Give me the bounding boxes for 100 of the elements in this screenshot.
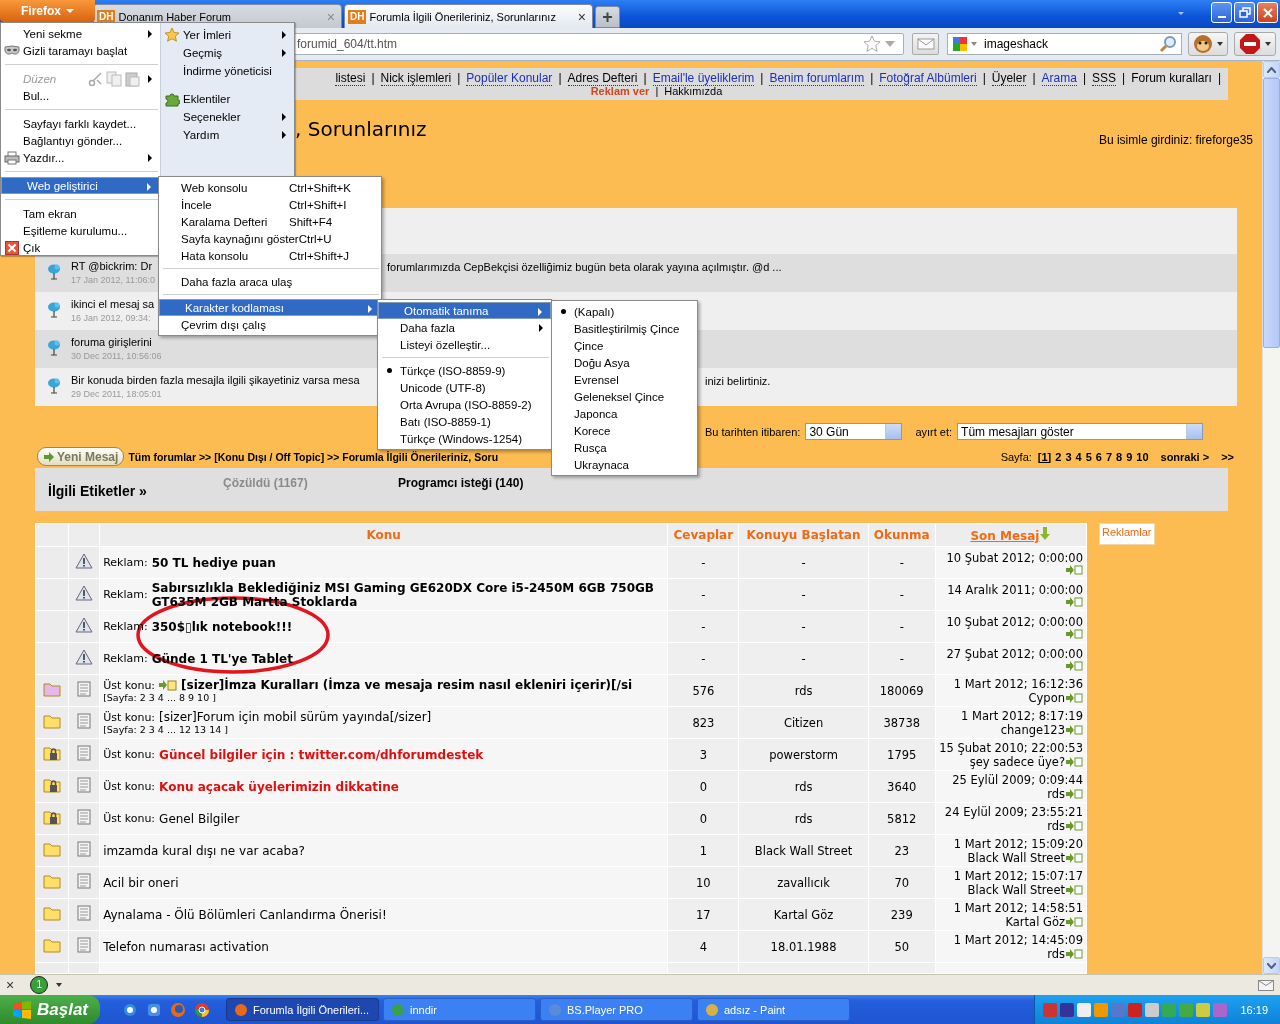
taskbar-button[interactable]: BS.Player PRO	[540, 998, 693, 1021]
menu-item[interactable]: Basitleştirilmiş Çince	[552, 320, 697, 337]
page-link[interactable]: 3	[1065, 450, 1072, 463]
search-field[interactable]: imageshack	[947, 33, 1182, 55]
menu-item[interactable]: Rusça	[552, 439, 697, 456]
menu-item[interactable]: Web geliştirici	[1, 177, 160, 194]
topic-link[interactable]: Telefon numarası activation	[103, 939, 269, 954]
topic-link[interactable]: Genel Bilgiler	[159, 811, 240, 826]
mail-icon[interactable]	[1258, 979, 1274, 991]
topic-link[interactable]: Güncel bilgiler için : twitter.com/dhforumdestek	[159, 747, 484, 762]
next-page-link[interactable]: sonraki >	[1160, 450, 1210, 463]
tray-icon[interactable]	[1196, 1002, 1211, 1017]
menu-item[interactable]: Seçenekler	[161, 108, 294, 126]
browser-icon[interactable]	[194, 1001, 210, 1018]
topic-link[interactable]: imzamda kural dışı ne var acaba?	[103, 843, 305, 858]
menu-item[interactable]: Listeyi özelleştir...	[378, 336, 551, 353]
menu-item[interactable]: Sayfayı farklı kaydet...	[1, 115, 160, 132]
nav-link[interactable]: Email'le üyeliklerim	[652, 71, 755, 86]
scroll-down-button[interactable]	[1263, 957, 1280, 974]
menu-item[interactable]: Eklentiler	[161, 90, 294, 108]
nav-link[interactable]: Popüler Konular	[466, 71, 553, 86]
menu-item[interactable]: Karalama Defteri Shift+F4	[159, 213, 381, 230]
last-poster-link[interactable]: Kartal Göz	[1005, 914, 1065, 929]
adblock-button[interactable]	[1234, 32, 1276, 56]
scroll-thumb[interactable]	[1263, 78, 1280, 348]
menu-item[interactable]: Batı (ISO-8859-1)	[378, 413, 551, 430]
nav-link[interactable]: SSS	[1092, 71, 1117, 86]
topic-link[interactable]: [sizer]İmza Kuralları (İmza ve mesaja resim nasıl ekleniri içerir)[/si	[181, 678, 633, 692]
go-to-post-icon[interactable]	[1066, 756, 1083, 767]
menu-item[interactable]: Orta Avrupa (ISO-8859-2)	[378, 396, 551, 413]
page-link[interactable]: 7	[1105, 450, 1113, 463]
taskbar-button[interactable]: Forumla İlgili Önerileri...	[226, 998, 379, 1021]
menu-item[interactable]: Türkçe (ISO-8859-9)	[378, 362, 551, 379]
go-to-post-icon[interactable]	[1066, 884, 1083, 895]
mail-button[interactable]	[912, 33, 939, 55]
go-to-post-icon[interactable]	[1066, 788, 1083, 799]
menu-item[interactable]: Çık	[1, 239, 160, 256]
go-to-post-icon[interactable]	[1066, 628, 1083, 639]
taskbar-button[interactable]: inndir	[383, 998, 536, 1021]
close-icon[interactable]: ×	[6, 977, 15, 993]
menu-item[interactable]: Çince	[552, 337, 697, 354]
menu-item[interactable]: Daha fazla araca ulaş	[159, 273, 381, 290]
menu-item[interactable]: Hata konsolu Ctrl+Shift+J	[159, 247, 381, 264]
go-to-post-icon[interactable]	[1066, 948, 1083, 959]
tray-icon[interactable]	[1145, 1002, 1160, 1017]
desktop-icon[interactable]	[146, 1001, 162, 1018]
nav-link[interactable]: Adres Defteri	[567, 71, 638, 86]
nav-link[interactable]: Benim forumlarım	[769, 71, 865, 86]
last-poster-link[interactable]: Black Wall Street	[967, 850, 1065, 865]
menu-item[interactable]: Eşitleme kurulumu...	[1, 222, 160, 239]
topic-pages[interactable]: [Sayfa: 2 3 4 ... 8 9 10 ]	[103, 692, 665, 703]
scrollbar[interactable]	[1262, 61, 1280, 974]
browser-icon[interactable]	[122, 1001, 138, 1018]
last-poster-link[interactable]: rds	[1047, 786, 1065, 801]
go-to-post-icon[interactable]	[1066, 724, 1083, 735]
menu-item[interactable]: Geleneksel Çince	[552, 388, 697, 405]
page-link[interactable]: 6	[1095, 450, 1102, 463]
menu-item[interactable]: Bul...	[1, 87, 160, 104]
nav-link[interactable]: listesi	[335, 71, 366, 86]
last-poster-link[interactable]: rds	[1047, 818, 1065, 833]
tray-icon[interactable]	[1043, 1002, 1058, 1017]
star-icon[interactable]	[863, 35, 881, 53]
new-post-icon[interactable]	[159, 679, 178, 691]
last-poster-link[interactable]: şey sadece üye?	[969, 754, 1065, 769]
menu-item[interactable]: Yazdır...	[1, 149, 160, 166]
last-poster-link[interactable]: Black Wall Street	[967, 882, 1065, 897]
menu-item[interactable]: Bağlantıyı gönder...	[1, 132, 160, 149]
menu-item[interactable]: Otomatik tanıma	[378, 302, 551, 319]
menu-item[interactable]: Ukraynaca	[552, 456, 697, 473]
menu-item[interactable]: Yardım	[161, 126, 294, 144]
topic-link[interactable]: Konu açacak üyelerimizin dikkatine	[159, 779, 399, 794]
date-filter-select[interactable]: 30 Gün	[805, 423, 903, 441]
search-engine-icon[interactable]	[952, 36, 968, 52]
page-link[interactable]: 5	[1085, 450, 1092, 463]
tray-icon[interactable]	[1077, 1002, 1092, 1017]
nav-link[interactable]: Üyeler	[991, 71, 1027, 86]
topic-link[interactable]: Acil bir oneri	[103, 875, 179, 890]
nav-link[interactable]: Nick işlemleri	[380, 71, 452, 86]
nav-link[interactable]: Arama	[1041, 71, 1077, 86]
nav-link[interactable]: Forum kuralları	[1131, 71, 1212, 85]
go-to-post-icon[interactable]	[1066, 852, 1083, 863]
page-link[interactable]: 10	[1136, 450, 1149, 463]
last-poster-link[interactable]: Cypon	[1028, 690, 1065, 705]
menu-item[interactable]: Çevrim dışı çalış	[159, 316, 381, 333]
nav-link[interactable]: Hakkımızda	[664, 85, 723, 97]
menu-item[interactable]: Korece	[552, 422, 697, 439]
restore-button[interactable]	[1234, 2, 1255, 23]
topic-link[interactable]: 350$▯lık notebook!!!	[151, 619, 293, 634]
go-to-post-icon[interactable]	[1066, 596, 1083, 607]
minimize-button[interactable]	[1211, 2, 1232, 23]
menu-item[interactable]: Evrensel	[552, 371, 697, 388]
tray-icon[interactable]	[1128, 1002, 1143, 1017]
page-link[interactable]: [1]	[1037, 450, 1052, 463]
menu-item[interactable]: Web konsolu Ctrl+Shift+K	[159, 179, 381, 196]
menu-item[interactable]: Türkçe (Windows-1254)	[378, 430, 551, 447]
menu-item[interactable]: Doğu Asya	[552, 354, 697, 371]
scroll-up-button[interactable]	[1263, 61, 1280, 78]
extension-button[interactable]	[1188, 32, 1228, 56]
taskbar-button[interactable]: adsız - Paint	[697, 998, 850, 1021]
last-poster-link[interactable]: rds	[1047, 946, 1065, 961]
